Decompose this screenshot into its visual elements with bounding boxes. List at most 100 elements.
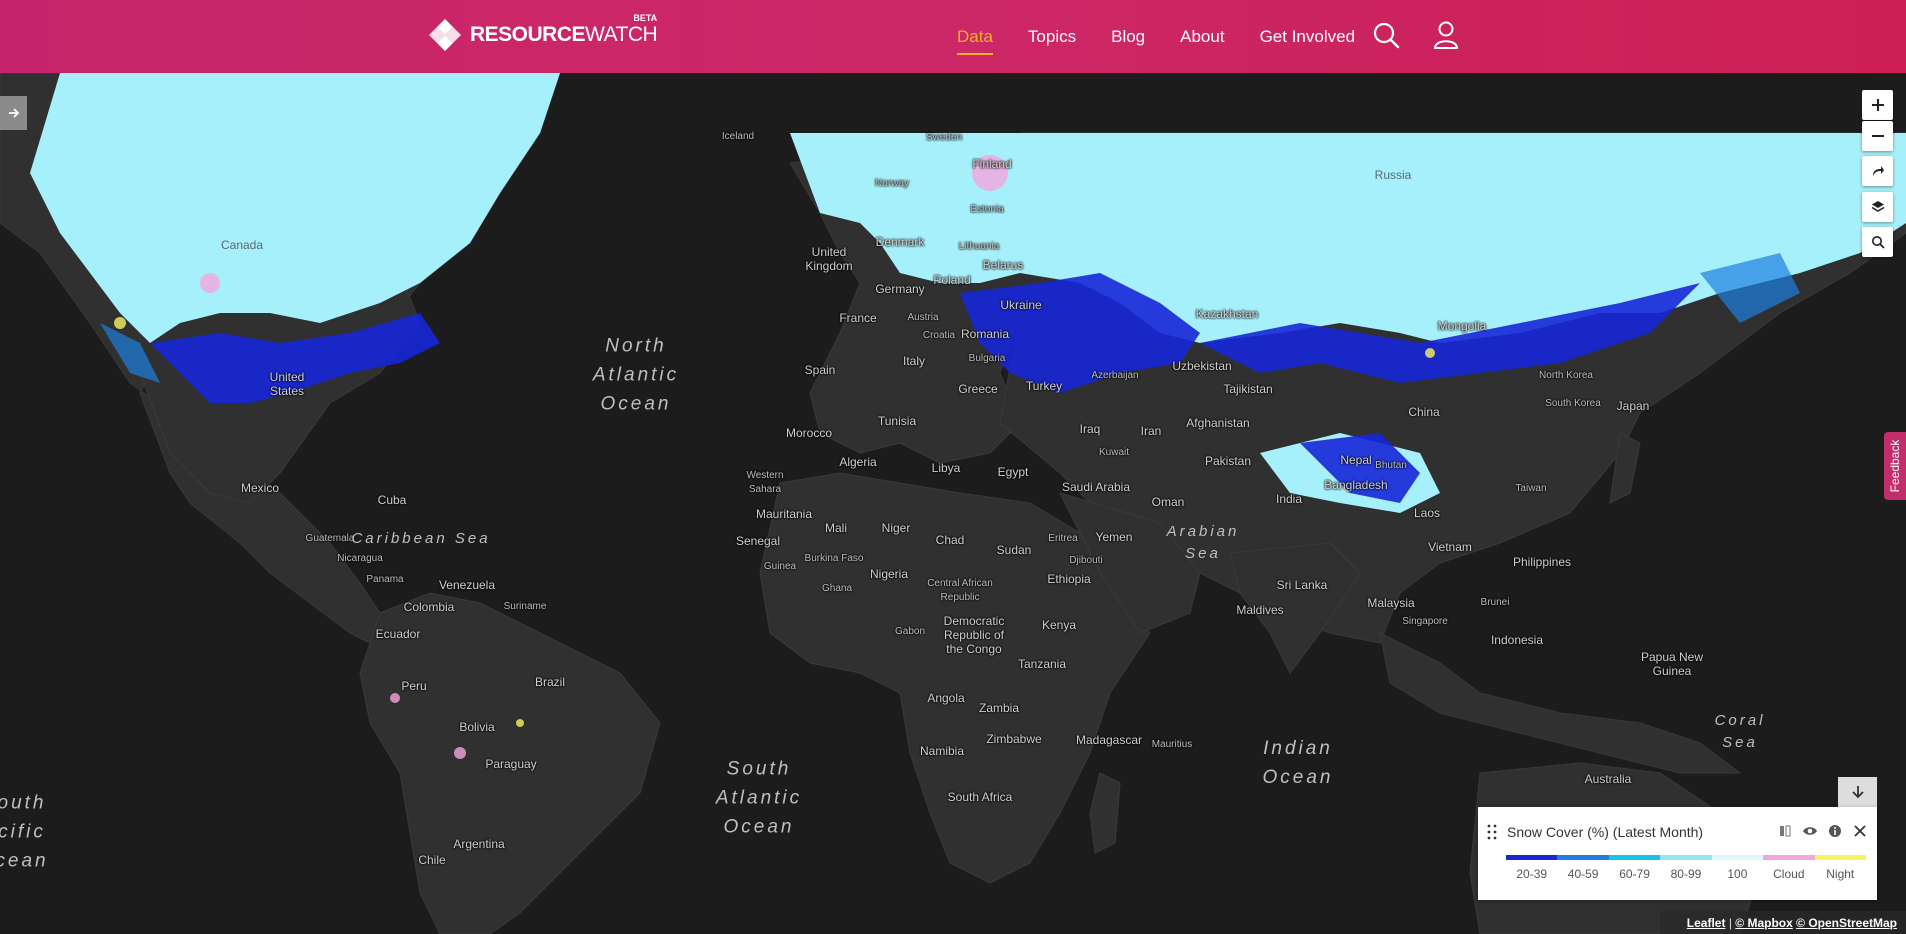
country-label: Paraguay — [485, 757, 537, 771]
legend-collapse-button[interactable] — [1838, 777, 1877, 807]
country-label: Russia — [1374, 168, 1412, 182]
feedback-tab[interactable]: Feedback — [1884, 432, 1906, 500]
main-nav: Data Topics Blog About Get Involved — [957, 0, 1390, 73]
user-icon[interactable] — [1431, 20, 1461, 50]
country-label: United States — [269, 370, 305, 398]
country-label: Zambia — [978, 701, 1020, 715]
legend-item-label: 80-99 — [1670, 867, 1702, 881]
close-icon[interactable] — [1851, 822, 1869, 840]
arrow-right-icon — [8, 108, 19, 118]
ocean-label: Indian Ocean — [1262, 738, 1334, 788]
zoom-in-button[interactable] — [1862, 90, 1893, 120]
country-label: Norway — [875, 178, 909, 189]
country-label: Eritrea — [1048, 533, 1078, 544]
map-canvas[interactable]: Iceland Sweden Finland Norway Russia Canada Un… — [0, 73, 1906, 934]
legend-swatch — [1711, 855, 1764, 860]
nav-item-get-involved[interactable]: Get Involved — [1260, 19, 1355, 55]
country-label: Tanzania — [1017, 657, 1067, 671]
country-label: Greece — [958, 382, 998, 396]
country-label: Gabon — [894, 626, 926, 637]
nav-item-topics[interactable]: Topics — [1028, 19, 1076, 55]
drag-handle-icon[interactable] — [1487, 824, 1497, 845]
opacity-icon[interactable] — [1776, 822, 1794, 840]
country-label: Mongolia — [1437, 319, 1487, 333]
logo-diamond-icon — [428, 18, 462, 52]
nav-item-data[interactable]: Data — [957, 19, 993, 55]
sidebar-toggle-button[interactable] — [0, 96, 27, 130]
country-label: Mauritius — [1151, 739, 1193, 750]
legend-item-label: 60-79 — [1619, 867, 1650, 881]
country-label: Maldives — [1236, 603, 1284, 617]
country-label: Uzbekistan — [1172, 359, 1232, 373]
country-label: Mali — [824, 521, 848, 535]
country-label: Oman — [1151, 495, 1185, 509]
country-label: Tajikistan — [1223, 382, 1273, 396]
country-label: Kenya — [1041, 618, 1077, 632]
arrow-down-icon — [1851, 786, 1864, 799]
legend-swatch — [1660, 855, 1712, 860]
map-attribution: Leaflet | © Mapbox © OpenStreetMap — [1660, 911, 1906, 934]
info-icon[interactable] — [1826, 822, 1844, 840]
country-label: Bangladesh — [1324, 478, 1388, 492]
country-label: Papua New Guinea — [1640, 650, 1704, 678]
resourcewatch-logo[interactable]: RESOURCEWATCH BETA — [428, 13, 658, 54]
country-label: Senegal — [735, 534, 781, 548]
leaflet-link[interactable]: Leaflet — [1687, 916, 1726, 930]
country-label: Mexico — [240, 481, 280, 495]
country-label: Guatemala — [305, 533, 355, 544]
legend-swatch — [1557, 855, 1609, 860]
country-label: Ethiopia — [1047, 572, 1091, 586]
country-label: Germany — [875, 282, 925, 296]
country-label: Australia — [1584, 772, 1632, 786]
share-button[interactable] — [1862, 156, 1893, 186]
country-label: Spain — [804, 363, 836, 377]
country-label: Romania — [960, 327, 1010, 341]
country-label: Sri Lanka — [1276, 578, 1328, 592]
country-label: Niger — [881, 521, 911, 535]
legend-item-label: Night — [1826, 867, 1855, 881]
country-label: Djibouti — [1069, 555, 1103, 566]
legend-item-label: 40-59 — [1567, 867, 1599, 881]
country-label: France — [839, 311, 877, 325]
basemap-layers-button[interactable] — [1862, 192, 1893, 222]
country-label: China — [1408, 405, 1440, 419]
country-label: Colombia — [403, 600, 455, 614]
country-label: Singapore — [1402, 616, 1448, 627]
country-label: Iran — [1140, 424, 1162, 438]
country-label: Japan — [1616, 399, 1650, 413]
country-label: Brunei — [1480, 597, 1510, 608]
country-label: Chad — [935, 533, 965, 547]
country-label: Laos — [1413, 506, 1441, 520]
mapbox-link[interactable]: © Mapbox — [1735, 916, 1793, 930]
nav-item-about[interactable]: About — [1180, 19, 1224, 55]
country-label: Namibia — [919, 744, 965, 758]
minus-icon — [1871, 135, 1884, 137]
country-label: Turkey — [1025, 379, 1063, 393]
country-label: Nigeria — [869, 567, 909, 581]
country-label: South Africa — [947, 790, 1013, 804]
country-label: India — [1275, 492, 1303, 506]
country-label: Afghanistan — [1186, 416, 1250, 430]
country-label: Bolivia — [459, 720, 495, 734]
visibility-eye-icon[interactable] — [1801, 822, 1819, 840]
ocean-label: South Atlantic Ocean — [715, 758, 803, 838]
country-label: Peru — [401, 679, 427, 693]
country-label: Suriname — [503, 601, 547, 612]
map-search-button[interactable] — [1862, 227, 1893, 257]
legend-item-label: 100 — [1727, 867, 1748, 881]
country-label: Tunisia — [877, 414, 917, 428]
search-icon[interactable] — [1371, 20, 1401, 50]
country-label: Democratic Republic of the Congo — [943, 614, 1005, 656]
legend-labels: 20-39 40-59 60-79 80-99 100 Cloud Night — [1506, 867, 1866, 881]
ocean-label: Coral Sea — [1714, 712, 1766, 751]
logo-resource: RESOURCE — [470, 23, 586, 46]
osm-link[interactable]: © OpenStreetMap — [1796, 916, 1897, 930]
legend-color-bar — [1506, 855, 1866, 860]
country-label: Vietnam — [1428, 540, 1472, 554]
country-label: Panama — [366, 574, 404, 585]
legend-item-label: 20-39 — [1516, 867, 1548, 881]
country-label: Taiwan — [1515, 483, 1547, 494]
zoom-out-button[interactable] — [1862, 121, 1893, 151]
country-label: Guinea — [763, 561, 797, 572]
nav-item-blog[interactable]: Blog — [1111, 19, 1145, 55]
